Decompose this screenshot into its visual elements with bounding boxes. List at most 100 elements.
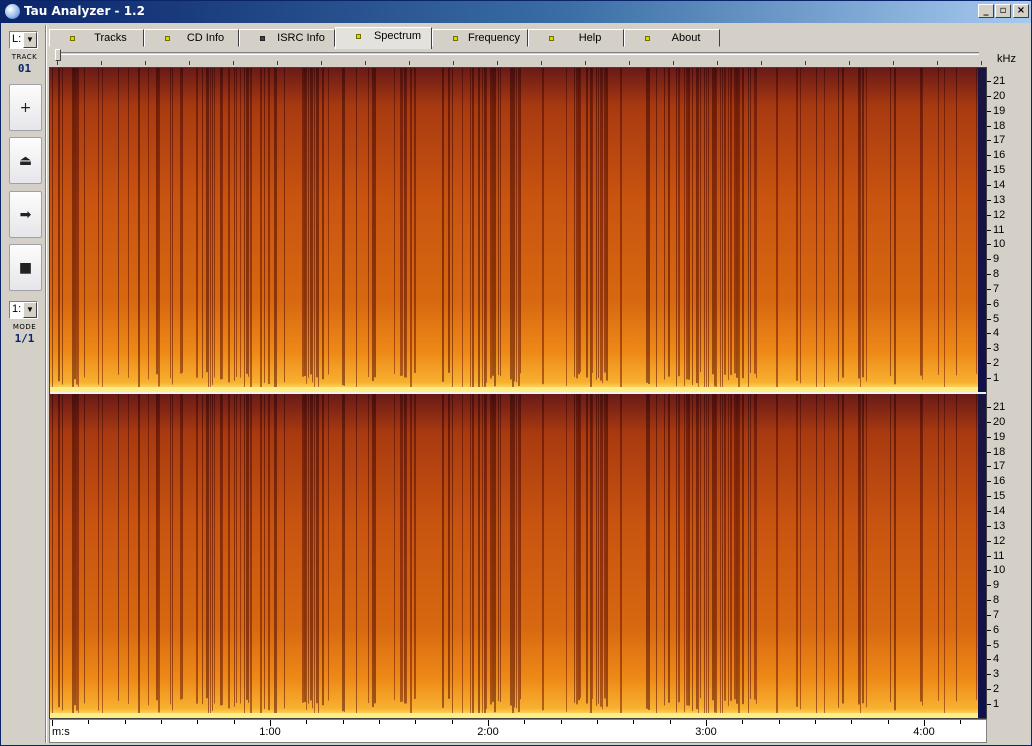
frequency-tick-label: 10	[986, 564, 1006, 577]
close-button[interactable]: ×	[1013, 4, 1029, 18]
spectrum-stripe	[400, 394, 402, 702]
tab-tracks[interactable]: Tracks	[49, 29, 144, 47]
frequency-tick-label: 18	[986, 119, 1006, 132]
spectrum-stripe	[576, 394, 578, 705]
spectrum-stripe	[246, 68, 248, 374]
stop-button[interactable]: ■	[9, 244, 42, 291]
frequency-tick-label: 12	[986, 208, 1006, 221]
maximize-button[interactable]: ▫	[995, 4, 1011, 18]
spectrum-stripe	[202, 394, 203, 705]
spectrum-stripe	[750, 394, 751, 699]
spectrum-stripe	[128, 394, 129, 704]
slider-thumb[interactable]	[55, 49, 61, 61]
spectrum-stripe	[698, 68, 699, 389]
add-button[interactable]: +	[9, 84, 42, 131]
tab-help[interactable]: Help	[528, 29, 624, 47]
spectrum-stripe	[796, 394, 798, 707]
frequency-tick-label: 16	[986, 149, 1006, 162]
spectrogram-lowband	[50, 713, 986, 718]
eject-button[interactable]: ⏏	[9, 137, 42, 184]
spectrum-stripe	[738, 68, 740, 389]
spectrum-stripe	[316, 394, 318, 704]
spectrum-stripe	[484, 394, 486, 714]
tab-cd-info[interactable]: CD Info	[144, 29, 239, 47]
time-tick	[960, 720, 962, 724]
spectrum-stripe	[920, 68, 922, 376]
spectrum-stripe	[302, 68, 304, 377]
frequency-tick-label: 1	[986, 698, 1000, 710]
spectrum-stripe	[478, 68, 480, 392]
spectrum-stripe	[724, 394, 726, 701]
spectrum-stripe	[698, 394, 699, 715]
spectrum-stripe	[920, 394, 922, 702]
spectrum-stripe	[170, 394, 171, 705]
spectrum-stripe	[196, 68, 198, 378]
spectrum-stripe	[98, 68, 99, 385]
spectrum-stripe	[686, 394, 688, 706]
spectrogram-stripes	[52, 68, 977, 392]
spectrum-stripe	[656, 394, 657, 714]
tab-about[interactable]: About	[624, 29, 720, 47]
spectrum-stripe	[72, 394, 74, 716]
tab-label: Help	[578, 32, 602, 44]
frequency-tick-label: 14	[986, 504, 1006, 517]
chevron-down-icon[interactable]: ▼	[23, 302, 37, 318]
spectrum-stripe	[62, 394, 63, 711]
spectrum-stripe	[816, 394, 817, 716]
spectrum-stripe	[328, 68, 329, 375]
frequency-tick-label: 19	[986, 104, 1006, 117]
status-led-icon	[165, 36, 170, 41]
spectrum-stripe	[284, 68, 285, 383]
spectrum-stripe	[706, 68, 707, 388]
frequency-tick-label: 7	[986, 608, 1000, 621]
spectrum-stripe	[688, 394, 690, 706]
next-button[interactable]: ➡	[9, 191, 42, 238]
time-tick	[815, 720, 816, 724]
spectrum-stripe	[656, 68, 657, 388]
frequency-tick-label: 17	[986, 134, 1006, 147]
spectrum-stripe	[374, 394, 376, 704]
spectrum-stripe	[728, 68, 729, 381]
position-slider[interactable]	[49, 48, 982, 66]
spectrum-stripe	[586, 394, 588, 704]
spectrum-stripe	[938, 68, 939, 375]
app-window: Tau Analyzer - 1.2 _ ▫ × L: ▼ TRACK 01 +…	[0, 0, 1032, 746]
time-tick	[52, 720, 53, 726]
spectrum-stripe	[482, 394, 483, 718]
spectrogram-left-channel	[50, 68, 986, 392]
spectrum-stripe	[246, 394, 248, 700]
slider-tick	[981, 61, 982, 65]
spectrum-stripe	[170, 68, 171, 379]
mode-select[interactable]: 1: ▼	[9, 301, 38, 319]
spectrum-stripe	[442, 394, 444, 708]
spectrum-stripe	[580, 68, 581, 373]
mode-value: 1/1	[14, 332, 35, 345]
chevron-down-icon[interactable]: ▼	[23, 32, 37, 48]
spectrum-stripe	[180, 68, 182, 374]
title-bar[interactable]: Tau Analyzer - 1.2 _ ▫ ×	[1, 1, 1031, 23]
minimize-button[interactable]: _	[978, 4, 994, 18]
frequency-tick-label: 7	[986, 282, 1000, 295]
tab-spectrum[interactable]: Spectrum	[335, 27, 432, 49]
tab-isrc-info[interactable]: ISRC Info	[239, 29, 335, 47]
spectrum-stripe	[118, 68, 119, 375]
spectrum-stripe	[578, 68, 580, 375]
spectrogram-view[interactable]	[49, 67, 987, 719]
track-select[interactable]: L: ▼	[9, 31, 38, 49]
spectrum-stripe	[472, 394, 474, 718]
spectrum-stripe	[720, 68, 721, 388]
time-tick	[88, 720, 90, 724]
spectrum-stripe	[756, 394, 757, 705]
spectrum-stripe	[722, 68, 723, 388]
spectrum-stripe	[306, 68, 307, 384]
spectrum-stripe	[514, 394, 515, 708]
spectrum-stripe	[500, 68, 501, 377]
spectrum-stripe	[516, 394, 517, 709]
spectrum-stripe	[518, 394, 520, 713]
spectrum-stripe	[578, 394, 580, 701]
tab-frequency[interactable]: Frequency	[432, 29, 528, 47]
spectrum-stripe	[138, 68, 140, 390]
spectrum-stripe	[590, 68, 592, 389]
spectrum-stripe	[700, 394, 701, 699]
spectrum-stripe	[344, 394, 345, 712]
